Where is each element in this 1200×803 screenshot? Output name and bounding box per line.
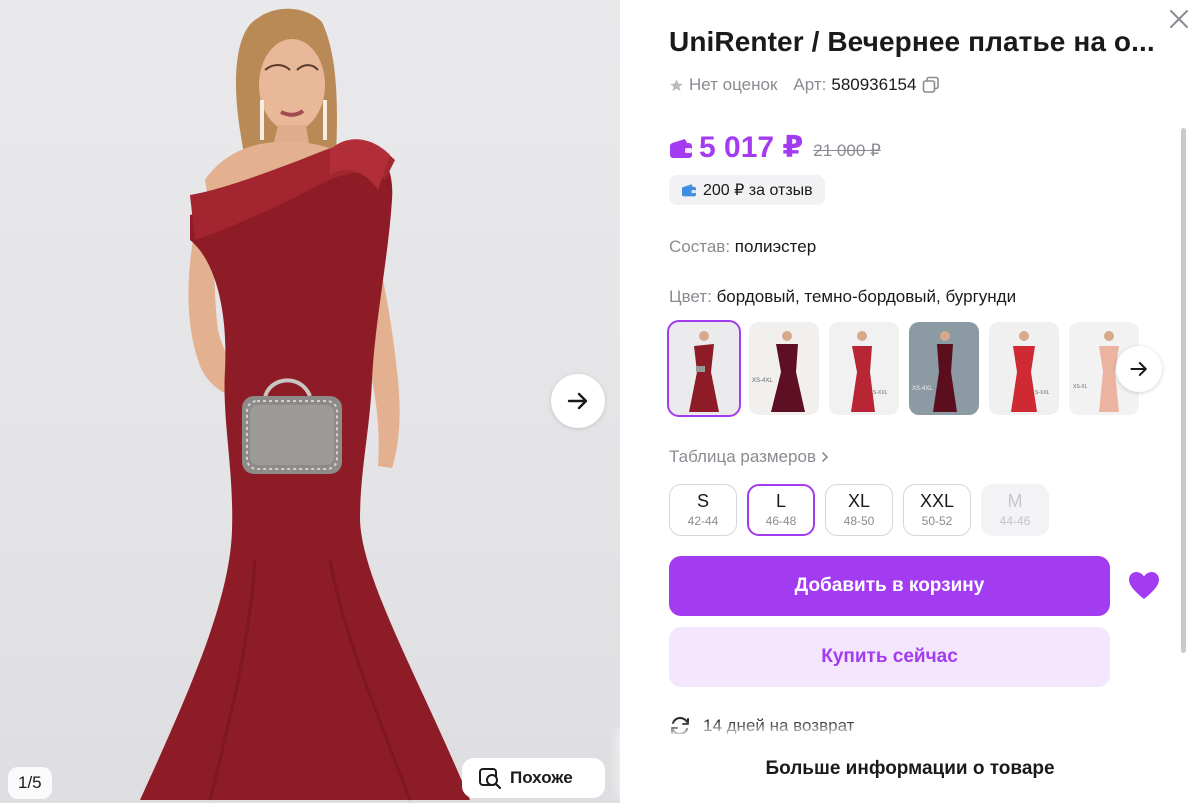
composition-value: полиэстер xyxy=(734,237,817,256)
similar-button-label: Похоже xyxy=(510,768,573,787)
price: 5 017 ₽ xyxy=(699,131,804,164)
product-meta: Нет оценок Арт: 580936154 xyxy=(669,75,940,95)
price-row: 5 017 ₽ 21 000 ₽ xyxy=(669,130,881,165)
scrollbar[interactable] xyxy=(1181,128,1186,653)
svg-text:S-XXL: S-XXL xyxy=(873,390,888,396)
article-label: Арт: xyxy=(793,75,827,94)
add-to-cart-button[interactable]: Добавить в корзину xyxy=(669,556,1110,616)
size-range: 50-52 xyxy=(921,514,953,528)
return-text: 14 дней на возврат xyxy=(703,716,855,735)
size-option-l[interactable]: L 46-48 xyxy=(747,484,815,536)
rating[interactable]: Нет оценок xyxy=(669,75,777,95)
size-name: XXL xyxy=(919,491,955,511)
color-label: Цвет: xyxy=(669,287,712,306)
return-policy: 14 дней на возврат xyxy=(669,716,854,736)
return-arrows-icon xyxy=(671,717,689,735)
heart-icon[interactable] xyxy=(1128,571,1160,601)
close-icon[interactable] xyxy=(1168,8,1190,30)
arrow-right-icon xyxy=(1130,362,1147,376)
swatch-size-label: XS-4XL xyxy=(912,386,933,392)
swatch-size-label: XS-4XL xyxy=(752,378,773,384)
gallery-counter: 1/5 xyxy=(8,767,52,799)
old-price: 21 000 ₽ xyxy=(813,140,881,160)
copy-icon[interactable] xyxy=(922,76,940,94)
swatches-next-button[interactable] xyxy=(1116,346,1162,392)
product-photo xyxy=(140,8,470,801)
size-range: 42-44 xyxy=(687,514,719,528)
swatch-size-label: XS-XL xyxy=(1073,384,1088,390)
swatch-4[interactable]: XS-4XL xyxy=(909,322,979,415)
size-name: XL xyxy=(847,491,871,511)
buy-now-button[interactable]: Купить сейчас xyxy=(669,627,1110,687)
swatch-size-label: S-XXL xyxy=(1035,390,1050,396)
size-table-link[interactable]: Таблица размеров xyxy=(669,447,830,467)
swatch-image: XS-4XL xyxy=(909,322,979,415)
size-name: S xyxy=(696,491,709,511)
color-swatches: XS-4XL S-XXL XS-4XL S-XXL XS-XL xyxy=(667,320,1139,417)
similar-button[interactable]: Похоже xyxy=(462,758,605,798)
swatch-image xyxy=(669,322,739,415)
article-value: 580936154 xyxy=(831,75,917,94)
swatch-image: S-XXL xyxy=(989,322,1059,415)
product-gallery[interactable]: 1/5 Похоже xyxy=(0,0,620,803)
swatch-1[interactable] xyxy=(667,320,741,417)
size-option-xxl[interactable]: XXL 50-52 xyxy=(903,484,971,536)
color-value: бордовый, темно-бордовый, бургунди xyxy=(716,287,1017,306)
arrow-right-icon xyxy=(567,392,588,410)
chevron-right-icon xyxy=(822,452,829,462)
more-info-button[interactable]: Больше информации о товаре xyxy=(620,734,1200,803)
wallet-icon xyxy=(670,138,692,158)
size-option-s[interactable]: S 42-44 xyxy=(669,484,737,536)
composition-label: Состав: xyxy=(669,237,731,256)
size-name: L xyxy=(775,491,786,511)
size-table-label: Таблица размеров xyxy=(669,447,816,466)
gallery-next-button[interactable] xyxy=(551,374,605,428)
composition-row: Состав: полиэстер xyxy=(669,237,816,257)
swatch-2[interactable]: XS-4XL xyxy=(749,322,819,415)
product-title: UniRenter / Вечернее платье на о... xyxy=(669,26,1155,57)
size-range: 48-50 xyxy=(843,514,875,528)
size-range: 46-48 xyxy=(765,514,797,528)
size-option-xl[interactable]: XL 48-50 xyxy=(825,484,893,536)
rating-text: Нет оценок xyxy=(689,75,778,94)
swatch-image: S-XXL xyxy=(829,322,899,415)
size-option-m-unavailable[interactable]: M 44-46 xyxy=(981,484,1049,536)
star-icon xyxy=(670,78,683,91)
product-info-panel: UniRenter / Вечернее платье на о... Нет … xyxy=(620,0,1200,803)
swatch-image: XS-4XL xyxy=(749,322,819,415)
size-name: M xyxy=(1007,491,1023,511)
swatch-5[interactable]: S-XXL xyxy=(989,322,1059,415)
review-bonus-chip[interactable]: 200 ₽ за отзыв xyxy=(669,175,825,205)
wallet-small-icon xyxy=(682,184,696,197)
color-row: Цвет: бордовый, темно-бордовый, бургунди xyxy=(669,287,1016,307)
image-search-icon xyxy=(479,768,502,790)
size-selector: S 42-44 L 46-48 XL 48-50 XXL 50-52 M 44-… xyxy=(669,484,1049,536)
review-bonus-text: 200 ₽ за отзыв xyxy=(703,182,813,199)
size-range: 44-46 xyxy=(999,514,1031,528)
swatch-3[interactable]: S-XXL xyxy=(829,322,899,415)
product-modal: 1/5 Похоже UniRenter / Вечернее платье н… xyxy=(0,0,1200,803)
